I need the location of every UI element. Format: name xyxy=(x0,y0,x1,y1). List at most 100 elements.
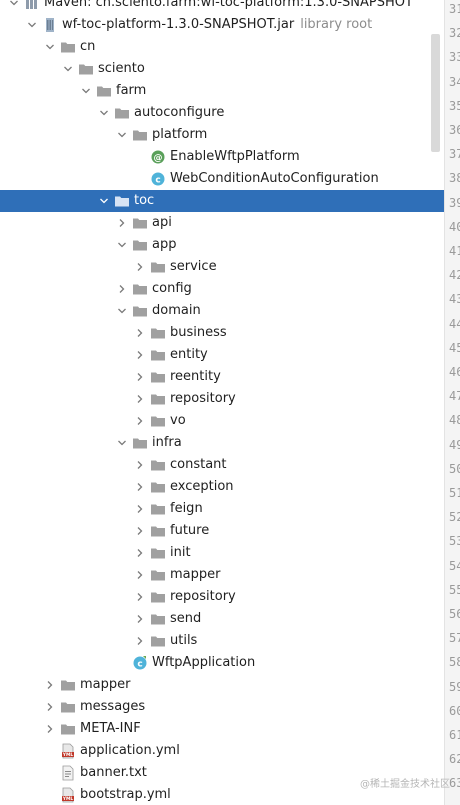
chevron-right-icon[interactable] xyxy=(134,591,146,603)
tree-node-package[interactable]: domain xyxy=(0,300,444,322)
chevron-right-icon[interactable] xyxy=(44,723,56,735)
chevron-down-icon[interactable] xyxy=(116,437,128,449)
chevron-down-icon[interactable] xyxy=(98,107,110,119)
tree-node-file[interactable]: YML application.yml xyxy=(0,740,444,762)
line-number: 48 xyxy=(449,413,460,428)
yml-file-icon: YML xyxy=(60,787,76,803)
chevron-down-icon[interactable] xyxy=(80,85,92,97)
chevron-right-icon[interactable] xyxy=(134,459,146,471)
yml-file-icon: YML xyxy=(60,743,76,759)
tree-node-label: constant xyxy=(170,456,227,474)
chevron-right-icon[interactable] xyxy=(44,701,56,713)
tree-node-package[interactable]: messages xyxy=(0,696,444,718)
line-number: 38 xyxy=(449,171,460,186)
chevron-right-icon[interactable] xyxy=(134,547,146,559)
chevron-right-icon[interactable] xyxy=(44,679,56,691)
tree-node-package[interactable]: mapper xyxy=(0,674,444,696)
vertical-scrollbar-thumb[interactable] xyxy=(431,34,440,152)
tree-node-package[interactable]: farm xyxy=(0,80,444,102)
tree-node-package[interactable]: sciento xyxy=(0,58,444,80)
tree-node-label: business xyxy=(170,324,227,342)
tree-node-package[interactable]: init xyxy=(0,542,444,564)
tree-node-package[interactable]: send xyxy=(0,608,444,630)
tree-node-label: reentity xyxy=(170,368,221,386)
chevron-right-icon[interactable] xyxy=(116,283,128,295)
tree-node-label: repository xyxy=(170,390,236,408)
line-number: 60 xyxy=(449,703,460,718)
chevron-right-icon[interactable] xyxy=(134,349,146,361)
chevron-down-icon[interactable] xyxy=(116,305,128,317)
tree-node-package[interactable]: utils xyxy=(0,630,444,652)
tree-node-package[interactable]: repository xyxy=(0,586,444,608)
tree-node-package[interactable]: api xyxy=(0,212,444,234)
tree-node-name: config xyxy=(152,281,192,296)
chevron-down-icon[interactable] xyxy=(26,19,38,31)
folder-icon xyxy=(150,457,166,473)
tree-node-package[interactable]: repository xyxy=(0,388,444,410)
chevron-right-icon[interactable] xyxy=(134,327,146,339)
tree-node-name: autoconfigure xyxy=(134,105,225,120)
watermark: @稀土掘金技术社区 xyxy=(360,779,450,790)
tree-node-package[interactable]: infra xyxy=(0,432,444,454)
chevron-right-icon[interactable] xyxy=(134,481,146,493)
tree-node-file[interactable]: wf-toc-platform-1.3.0-SNAPSHOT.jar librar… xyxy=(0,14,444,36)
tree-node-label: Maven: cn.sciento.farm:wf-toc-platform:1… xyxy=(44,0,413,12)
tree-node-package[interactable]: future xyxy=(0,520,444,542)
line-number: 36 xyxy=(449,123,460,137)
line-number: 31 xyxy=(449,2,460,16)
chevron-down-icon[interactable] xyxy=(116,129,128,141)
tree-node-name: constant xyxy=(170,457,227,472)
tree-node-package[interactable]: config xyxy=(0,278,444,300)
chevron-right-icon[interactable] xyxy=(134,261,146,273)
chevron-right-icon[interactable] xyxy=(134,613,146,625)
spring-class-icon: c xyxy=(132,655,148,671)
tree-node-package[interactable]: constant xyxy=(0,454,444,476)
line-number: 50 xyxy=(449,461,460,476)
chevron-down-icon[interactable] xyxy=(8,0,20,9)
chevron-right-icon[interactable] xyxy=(134,393,146,405)
tree-node-package[interactable]: reentity xyxy=(0,366,444,388)
tree-node-label: WebConditionAutoConfiguration xyxy=(170,170,379,188)
chevron-right-icon[interactable] xyxy=(134,503,146,515)
chevron-right-icon[interactable] xyxy=(116,217,128,229)
tree-node-name: application.yml xyxy=(80,743,180,758)
tree-node-package[interactable]: app xyxy=(0,234,444,256)
tree-node-package[interactable]: META-INF xyxy=(0,718,444,740)
tree-node-package[interactable]: service xyxy=(0,256,444,278)
tree-node-label: mapper xyxy=(80,676,130,694)
tree-node-package[interactable]: toc xyxy=(0,190,444,212)
chevron-right-icon[interactable] xyxy=(134,569,146,581)
line-number: 54 xyxy=(449,558,460,573)
chevron-down-icon[interactable] xyxy=(98,195,110,207)
chevron-right-icon[interactable] xyxy=(134,415,146,427)
tree-node-name: feign xyxy=(170,501,203,516)
chevron-down-icon[interactable] xyxy=(44,41,56,53)
tree-node-package[interactable]: mapper xyxy=(0,564,444,586)
line-number: 43 xyxy=(449,292,460,307)
tree-node-file[interactable]: Maven: cn.sciento.farm:wf-toc-platform:1… xyxy=(0,0,444,14)
line-number: 47 xyxy=(449,389,460,404)
tree-node-file[interactable]: @ EnableWftpPlatform xyxy=(0,146,444,168)
tree-node-label: app xyxy=(152,236,176,254)
tree-node-name: vo xyxy=(170,413,186,428)
chevron-down-icon[interactable] xyxy=(62,63,74,75)
tree-node-label: platform xyxy=(152,126,207,144)
tree-node-package[interactable]: vo xyxy=(0,410,444,432)
tree-node-name: banner.txt xyxy=(80,765,147,780)
tree-node-file[interactable]: c WebConditionAutoConfiguration xyxy=(0,168,444,190)
tree-node-label: wf-toc-platform-1.3.0-SNAPSHOT.jar librar… xyxy=(62,16,372,34)
chevron-right-icon[interactable] xyxy=(134,635,146,647)
tree-node-package[interactable]: cn xyxy=(0,36,444,58)
tree-node-package[interactable]: entity xyxy=(0,344,444,366)
tree-node-name: future xyxy=(170,523,210,538)
chevron-right-icon[interactable] xyxy=(134,525,146,537)
chevron-right-icon[interactable] xyxy=(134,371,146,383)
tree-node-name: farm xyxy=(116,83,147,98)
tree-node-file[interactable]: c WftpApplication xyxy=(0,652,444,674)
tree-node-package[interactable]: exception xyxy=(0,476,444,498)
tree-node-package[interactable]: feign xyxy=(0,498,444,520)
tree-node-package[interactable]: platform xyxy=(0,124,444,146)
tree-node-package[interactable]: autoconfigure xyxy=(0,102,444,124)
tree-node-package[interactable]: business xyxy=(0,322,444,344)
chevron-down-icon[interactable] xyxy=(116,239,128,251)
